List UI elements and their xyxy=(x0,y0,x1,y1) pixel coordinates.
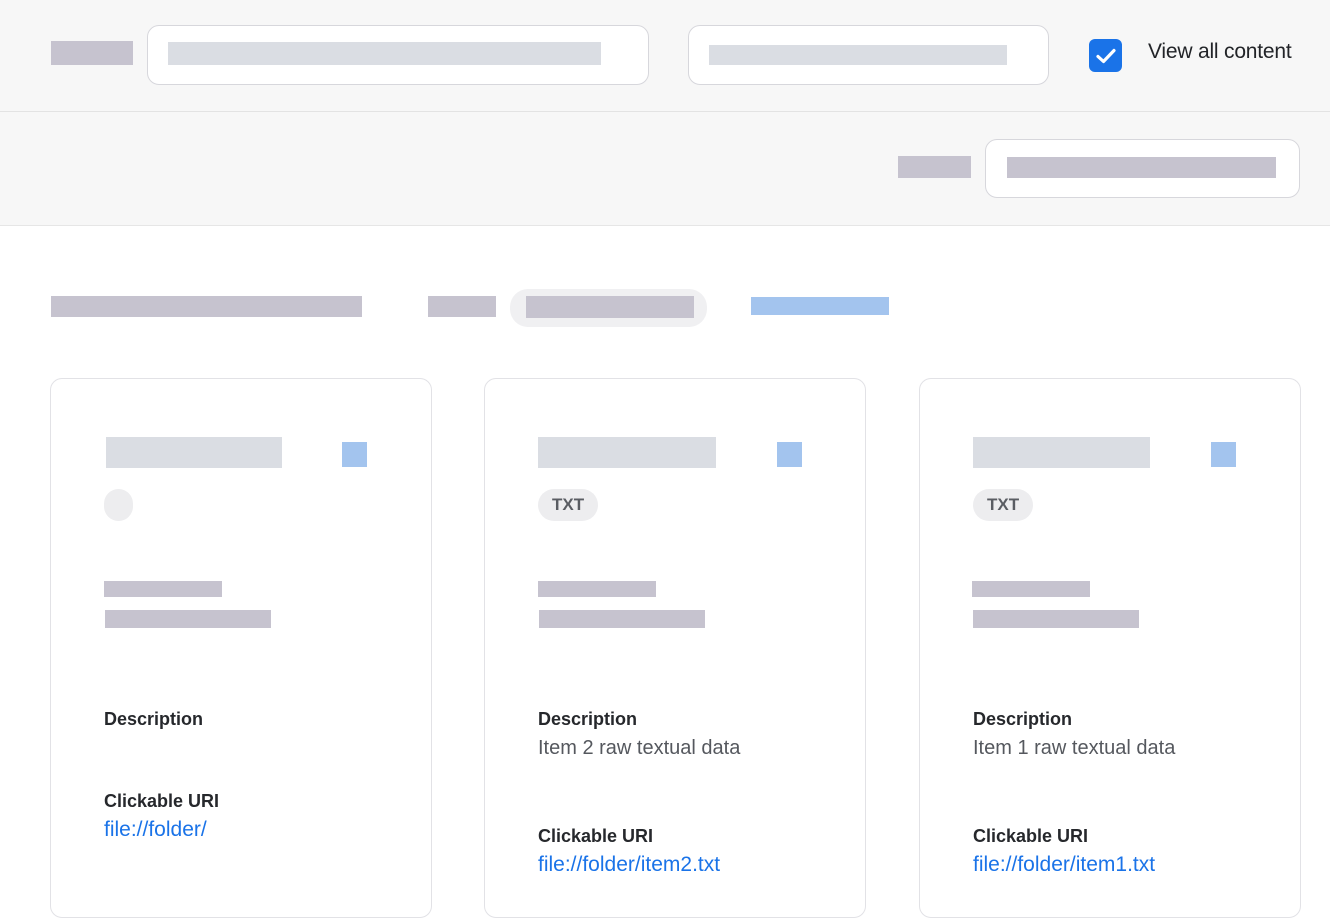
card-meta-placeholder xyxy=(104,581,222,597)
search-input[interactable] xyxy=(147,25,649,85)
sort-select[interactable] xyxy=(985,139,1300,198)
sort-select-placeholder xyxy=(1007,157,1276,178)
description-label: Description xyxy=(104,709,204,729)
card-meta-placeholder xyxy=(539,610,705,628)
card-meta-placeholder xyxy=(973,610,1139,628)
filter-input-placeholder xyxy=(709,45,1007,65)
filter-bar: View all content xyxy=(0,0,1330,112)
uri-link[interactable]: file://folder/item1.txt xyxy=(973,853,1155,877)
file-type-badge: TXT xyxy=(538,489,599,521)
result-card[interactable]: TXT Description Item 2 raw textual data … xyxy=(484,378,866,918)
uri-link[interactable]: file://folder/item2.txt xyxy=(538,853,720,877)
results-summary-placeholder xyxy=(51,296,362,317)
card-title-placeholder xyxy=(106,437,282,468)
card-title-placeholder xyxy=(538,437,716,468)
description-label: Description xyxy=(973,709,1073,729)
clear-link-placeholder[interactable] xyxy=(751,297,889,315)
sort-label-placeholder xyxy=(898,156,971,178)
uri-label: Clickable URI xyxy=(104,791,220,811)
filter-input[interactable] xyxy=(688,25,1049,85)
card-meta-placeholder xyxy=(538,581,656,597)
card-meta-placeholder xyxy=(105,610,271,628)
description-value: Item 1 raw textual data xyxy=(973,737,1176,759)
check-icon xyxy=(1095,48,1116,63)
breadcrumb-chip-placeholder xyxy=(526,296,694,318)
search-input-placeholder xyxy=(168,42,601,65)
description-value: Item 2 raw textual data xyxy=(538,737,741,759)
sort-bar xyxy=(0,112,1330,226)
card-action-icon[interactable] xyxy=(777,442,802,467)
uri-link[interactable]: file://folder/ xyxy=(104,818,207,842)
uri-label: Clickable URI xyxy=(973,826,1089,846)
card-title-placeholder xyxy=(973,437,1150,468)
card-action-icon[interactable] xyxy=(1211,442,1236,467)
card-meta-placeholder xyxy=(972,581,1090,597)
breadcrumb-label-placeholder xyxy=(428,296,496,317)
card-action-icon[interactable] xyxy=(342,442,367,467)
file-type-badge: TXT xyxy=(973,489,1034,521)
result-card[interactable]: TXT Description Item 1 raw textual data … xyxy=(919,378,1301,918)
breadcrumb-chip[interactable] xyxy=(510,289,707,327)
view-all-label: View all content xyxy=(1148,40,1292,63)
file-type-badge xyxy=(104,489,133,521)
search-label-placeholder xyxy=(51,41,133,65)
uri-label: Clickable URI xyxy=(538,826,654,846)
result-card[interactable]: Description Clickable URI file://folder/ xyxy=(50,378,432,918)
description-label: Description xyxy=(538,709,638,729)
view-all-checkbox[interactable] xyxy=(1089,39,1122,72)
